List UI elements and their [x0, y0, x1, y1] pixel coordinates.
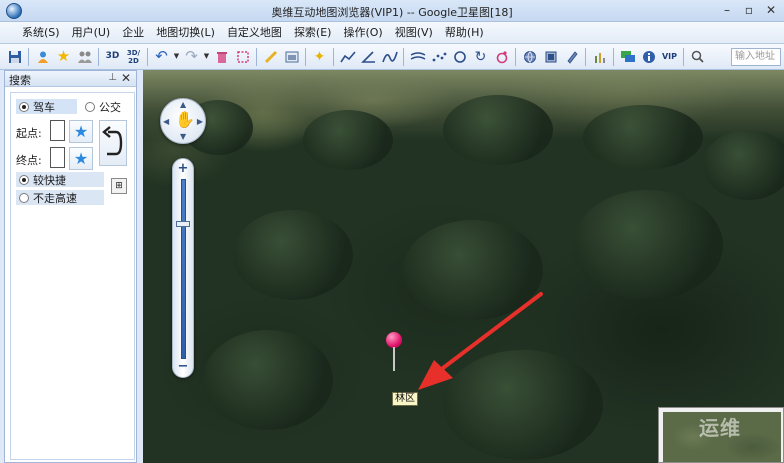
menu-help[interactable]: 帮助(H)	[439, 22, 490, 44]
curve-icon[interactable]	[380, 47, 399, 66]
toolbar-separator	[305, 47, 306, 66]
search-icon[interactable]	[688, 47, 707, 66]
toolbar-separator	[613, 47, 614, 66]
close-panel-icon[interactable]: ✕	[121, 71, 131, 85]
toolbar-separator	[256, 47, 257, 66]
menu-user[interactable]: 用户(U)	[66, 22, 117, 44]
toolbar-separator	[28, 47, 29, 66]
group-icon[interactable]	[75, 47, 94, 66]
mode-transit-label: 公交	[99, 100, 121, 114]
layer-icon[interactable]	[541, 47, 560, 66]
toolbar-separator	[333, 47, 334, 66]
toolbar-separator	[585, 47, 586, 66]
route-search-button[interactable]: ⊞	[111, 178, 127, 194]
3d-2d-toggle[interactable]: 3D/2D	[124, 47, 143, 66]
marker-icon[interactable]	[492, 47, 511, 66]
3d-2d-label: 3D/2D	[126, 48, 141, 65]
3d-label: 3D	[105, 51, 120, 61]
menu-view[interactable]: 视图(V)	[389, 22, 439, 44]
circle-icon[interactable]	[450, 47, 469, 66]
vip-label: VIP	[661, 51, 678, 61]
option-no-highway[interactable]: 不走高速	[16, 190, 104, 205]
report-icon[interactable]	[590, 47, 609, 66]
satellite-map[interactable]: ▲ ▼ ◀ ▶ ✋ + − 林区 运维	[143, 70, 784, 463]
select-icon[interactable]	[233, 47, 252, 66]
menu-map-switch[interactable]: 地图切换(L)	[150, 22, 221, 44]
option-no-highway-label: 不走高速	[33, 191, 77, 205]
swap-points-button[interactable]	[99, 120, 127, 166]
mode-drive-label: 驾车	[33, 100, 55, 114]
search-panel-title: 搜索	[9, 74, 31, 87]
restore-button[interactable]: ▫	[741, 3, 757, 18]
points-icon[interactable]	[429, 47, 448, 66]
swap-arrow-icon	[102, 126, 123, 156]
toolbar-separator	[683, 47, 684, 66]
overview-minimap[interactable]: 运维	[658, 407, 784, 463]
image-icon[interactable]	[282, 47, 301, 66]
radio-icon	[85, 101, 95, 112]
angle-icon[interactable]	[359, 47, 378, 66]
pin-icon[interactable]: ⊥	[108, 72, 117, 83]
menu-operation[interactable]: 操作(O)	[337, 22, 388, 44]
ruler-icon[interactable]	[261, 47, 280, 66]
toolbar-separator	[147, 47, 148, 66]
radio-icon	[19, 192, 29, 203]
annotation-arrow	[418, 292, 543, 390]
search-panel-body: 驾车 公交 起点: ★ 终点: ★ 较快捷 不走高速 ⊞	[5, 88, 136, 462]
mode-drive-option[interactable]: 驾车	[16, 99, 77, 114]
toolbar-separator	[403, 47, 404, 66]
window-title: 奥维互动地图浏览器(VIP1) -- Google卫星图[18]	[271, 6, 513, 19]
address-search-input[interactable]: 输入地址	[731, 48, 781, 66]
delete-icon[interactable]	[212, 47, 231, 66]
minimize-button[interactable]: –	[719, 3, 735, 18]
track-icon[interactable]	[408, 47, 427, 66]
place-label[interactable]: 林区	[392, 392, 418, 406]
globe-icon[interactable]	[520, 47, 539, 66]
search-panel: 搜索 ⊥ ✕ 驾车 公交 起点: ★ 终点: ★ 较快捷 不走高速 ⊞	[4, 70, 137, 463]
save-icon[interactable]	[5, 47, 24, 66]
option-fast-route[interactable]: 较快捷	[16, 172, 104, 187]
menu-explore[interactable]: 探索(E)	[288, 22, 338, 44]
3d-button[interactable]: 3D	[103, 47, 122, 66]
end-favorite-star-icon[interactable]: ★	[69, 147, 93, 170]
end-label: 终点:	[16, 154, 42, 167]
option-fast-label: 较快捷	[33, 173, 66, 187]
dropdown-arrow-icon[interactable]: ▼	[173, 47, 180, 66]
star-tool-icon[interactable]: ✦	[310, 47, 329, 66]
edit-icon[interactable]	[562, 47, 581, 66]
menu-custom-map[interactable]: 自定义地图	[221, 22, 288, 44]
mode-transit-option[interactable]: 公交	[85, 99, 121, 114]
toolbar-separator	[98, 47, 99, 66]
toolbar: ★ 3D 3D/2D ↶ ▼ ↷ ▼ ✦ ↻ VIP 输入地址	[0, 44, 784, 70]
redo-icon[interactable]: ↷	[182, 47, 201, 66]
menu-system[interactable]: 系统(S)	[4, 22, 66, 44]
radio-checked-icon	[19, 101, 29, 112]
menu-bar: 系统(S) 用户(U) 企业 地图切换(L) 自定义地图 探索(E) 操作(O)…	[0, 22, 784, 44]
start-favorite-star-icon[interactable]: ★	[69, 120, 93, 143]
toolbar-separator	[515, 47, 516, 66]
title-bar: 奥维互动地图浏览器(VIP1) -- Google卫星图[18] – ▫ ✕	[0, 0, 784, 22]
chat-icon[interactable]	[618, 47, 637, 66]
rotate-icon[interactable]: ↻	[471, 47, 490, 66]
start-point-field[interactable]	[50, 120, 65, 141]
menu-enterprise[interactable]: 企业	[116, 22, 150, 44]
vip-button[interactable]: VIP	[660, 47, 679, 66]
polyline-icon[interactable]	[338, 47, 357, 66]
overview-watermark: 运维	[699, 416, 741, 440]
close-button[interactable]: ✕	[763, 3, 779, 18]
dropdown-arrow-icon[interactable]: ▼	[203, 47, 210, 66]
user-icon[interactable]	[33, 47, 52, 66]
search-panel-header: 搜索 ⊥ ✕	[5, 71, 136, 87]
start-label: 起点:	[16, 127, 42, 140]
info-icon[interactable]	[639, 47, 658, 66]
radio-checked-icon	[19, 174, 29, 185]
favorite-star-icon[interactable]: ★	[54, 47, 73, 66]
undo-icon[interactable]: ↶	[152, 47, 171, 66]
end-point-field[interactable]	[50, 147, 65, 168]
